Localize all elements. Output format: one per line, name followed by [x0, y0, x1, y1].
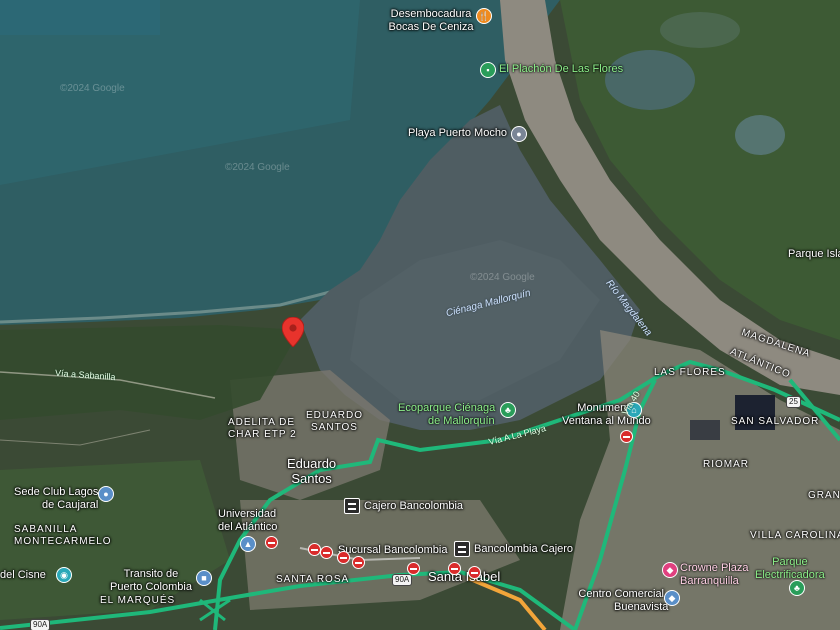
road-closure-icon[interactable] — [265, 536, 278, 549]
route-shield-25: 25 — [786, 396, 801, 408]
road-closure-icon[interactable] — [337, 551, 350, 564]
poi-label: Ecoparque Ciénaga — [398, 402, 496, 414]
area-label: Santos — [291, 470, 332, 486]
area-las-flores: LAS FLORES — [654, 367, 726, 378]
poi-label: del Cisne — [0, 569, 46, 581]
route-shield-90a: 90A — [30, 619, 51, 630]
beach-icon: ● — [511, 126, 527, 142]
road-closure-icon[interactable] — [468, 566, 481, 579]
bank-icon — [344, 498, 360, 514]
area-label: Eduardo — [287, 456, 337, 471]
map-imagery — [0, 0, 840, 630]
area-villa-carolina: VILLA CAROLINA — [750, 530, 840, 541]
poi-label: Barranquilla — [680, 574, 739, 587]
poi-label: Centro Comercial — [578, 588, 665, 600]
area-adelita: ADELITA DE CHAR ETP 2 — [228, 417, 297, 440]
map-watermark: ©2024 Google — [225, 162, 290, 173]
building-icon: ■ — [196, 570, 212, 586]
area-eduardo-santos-small: EDUARDO SANTOS — [306, 410, 363, 433]
poi-label: Parque — [772, 556, 808, 568]
area-sabanilla: SABANILLA MONTECARMELO — [14, 524, 112, 547]
tree-icon: ♣ — [789, 580, 805, 596]
area-riomar: RIOMAR — [703, 459, 749, 470]
poi-label: Cajero Bancolombia — [364, 500, 464, 512]
fork-knife-icon: 🍴 — [476, 8, 492, 24]
poi-label: Universidad — [218, 508, 277, 520]
map-watermark: ©2024 Google — [60, 83, 125, 94]
shop-icon: ▪ — [480, 62, 496, 78]
poi-label: Crowne Plaza — [680, 562, 749, 574]
poi-label: El Plachón De Las Flores — [499, 63, 624, 75]
camera-icon: ◉ — [56, 567, 72, 583]
road-closure-icon[interactable] — [448, 562, 461, 575]
poi-label: Bocas De Ceniza — [388, 20, 474, 33]
poi-label: Sucursal Bancolombia — [338, 544, 448, 556]
area-gran: GRAN — [808, 490, 840, 501]
area-san-salvador: SAN SALVADOR — [731, 416, 820, 427]
area-label: CHAR ETP 2 — [228, 428, 297, 440]
road-closure-icon[interactable] — [320, 546, 333, 559]
poi-label: de Caujaral — [42, 498, 99, 511]
poi-label: Electrificadora — [755, 568, 825, 581]
area-santa-rosa: SANTA ROSA — [276, 574, 350, 585]
poi-label: Sede Club Lagos — [14, 486, 99, 498]
map-watermark: ©2024 Google — [470, 272, 535, 283]
poi-label: del Atlántico — [218, 520, 278, 533]
poi-label: Buenavista — [614, 600, 669, 613]
poi-label: Bancolombia Cajero — [474, 543, 574, 555]
area-eduardo-santos: Eduardo Santos — [287, 456, 337, 487]
bank-icon — [454, 541, 470, 557]
area-label: ADELITA DE — [228, 417, 296, 428]
area-el-marques: EL MARQUÉS — [100, 595, 176, 606]
area-label: EDUARDO — [306, 410, 364, 421]
road-closure-icon[interactable] — [620, 430, 633, 443]
school-icon: ▲ — [240, 536, 256, 552]
tree-icon: ♣ — [500, 402, 516, 418]
shopping-bag-icon: ◆ — [664, 590, 680, 606]
area-santa-isabel: Santa Isabel — [428, 569, 501, 584]
selected-location-marker[interactable] — [281, 316, 305, 352]
area-label: SABANILLA — [14, 524, 78, 535]
area-label: MONTECARMELO — [14, 535, 112, 547]
area-label: SANTOS — [311, 421, 358, 433]
poi-label: Puerto Colombia — [110, 580, 192, 593]
red-location-pin-icon — [281, 316, 305, 348]
satellite-map[interactable]: ©2024 Google ©2024 Google ©2024 Google C… — [0, 0, 840, 630]
road-closure-icon[interactable] — [308, 543, 321, 556]
club-icon: ● — [98, 486, 114, 502]
road-closure-icon[interactable] — [407, 562, 420, 575]
poi-label: Playa Puerto Mocho — [408, 127, 508, 139]
route-shield-90a: 90A — [392, 574, 413, 586]
poi-label: de Mallorquín — [428, 414, 495, 427]
poi-label: Desembocadura — [390, 8, 472, 20]
shopping-bag-icon: ◆ — [662, 562, 678, 578]
poi-parque-isla[interactable]: Parque Isla — [788, 248, 840, 261]
road-closure-icon[interactable] — [352, 556, 365, 569]
poi-label: Transito de — [123, 568, 179, 580]
